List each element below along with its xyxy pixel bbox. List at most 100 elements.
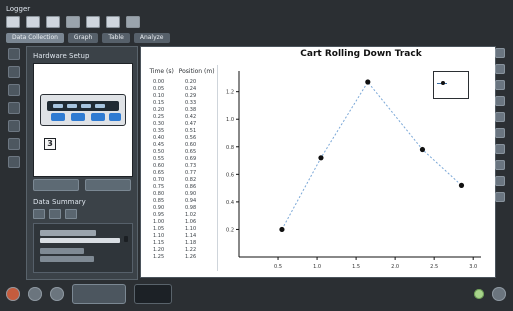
- table-cell-time: 0.50: [153, 149, 165, 155]
- table-cell-position: 0.69: [185, 156, 197, 162]
- tab-data-collection[interactable]: Data Collection: [6, 33, 64, 43]
- table-cell-time: 0.75: [153, 184, 165, 190]
- table-cell-time: 0.90: [153, 205, 165, 211]
- table-row: 0.35 0.51: [147, 128, 217, 135]
- annotate-icon[interactable]: [8, 120, 20, 132]
- tab-graph[interactable]: Graph: [67, 33, 99, 43]
- table-cell-position: 1.22: [185, 247, 197, 253]
- table-row: 0.30 0.47: [147, 121, 217, 128]
- open-icon[interactable]: [26, 16, 40, 28]
- list-item[interactable]: [40, 230, 96, 236]
- table-cell-position: 0.20: [185, 79, 197, 85]
- tab-table[interactable]: Table: [102, 33, 130, 43]
- table-cell-position: 1.06: [185, 219, 197, 225]
- list-item[interactable]: [40, 256, 94, 262]
- table-cell-position: 0.38: [185, 107, 197, 113]
- data-table: Time (s) Position (m) 0.00 0.20 0.05 0.24 0.…: [147, 65, 218, 271]
- table-row: 0.80 0.90: [147, 191, 217, 198]
- table-row: 0.90 0.98: [147, 205, 217, 212]
- settings-icon[interactable]: [126, 16, 140, 28]
- table-cell-time: 0.95: [153, 212, 165, 218]
- data-summary-toolbar: [33, 209, 131, 219]
- record-icon[interactable]: [6, 287, 20, 301]
- print-icon[interactable]: [66, 16, 80, 28]
- stop-button[interactable]: [134, 284, 172, 304]
- hardware-card: 3: [33, 63, 133, 177]
- list-item[interactable]: [40, 238, 120, 243]
- table-cell-position: 0.24: [185, 86, 197, 92]
- data-summary-list: [33, 223, 133, 273]
- save-icon[interactable]: [46, 16, 60, 28]
- scrollbar-thumb[interactable]: [124, 236, 128, 242]
- table-row: 0.75 0.86: [147, 184, 217, 191]
- note-icon[interactable]: [495, 160, 505, 170]
- table-cell-time: 0.80: [153, 191, 165, 197]
- app-window: Logger Data Collection Graph Table Analy…: [0, 0, 513, 311]
- sensor-port[interactable]: [109, 113, 121, 121]
- fit-icon[interactable]: [8, 102, 20, 114]
- table-cell-position: 0.86: [185, 184, 197, 190]
- video-icon[interactable]: [495, 128, 505, 138]
- list-item[interactable]: [40, 248, 84, 254]
- remove-icon[interactable]: [49, 209, 61, 219]
- table-row: 0.60 0.73: [147, 163, 217, 170]
- chart-points: [279, 79, 465, 233]
- image-icon[interactable]: [495, 144, 505, 154]
- continuous-icon[interactable]: [50, 287, 64, 301]
- undo-icon[interactable]: [86, 16, 100, 28]
- settings-icon[interactable]: [495, 192, 505, 202]
- table-cell-position: 1.02: [185, 212, 197, 218]
- status-indicator-icon: [474, 289, 484, 299]
- sensor-port[interactable]: [91, 113, 105, 121]
- table-row: 0.05 0.24: [147, 86, 217, 93]
- table-cell-position: 1.10: [185, 226, 197, 232]
- table-cell-time: 1.20: [153, 247, 165, 253]
- window-title: Logger: [6, 5, 31, 13]
- new-icon[interactable]: [6, 16, 20, 28]
- tab-analyze[interactable]: Analyze: [133, 33, 170, 43]
- y-tick-label: 1.0: [226, 117, 234, 123]
- table-cell-position: 0.60: [185, 142, 197, 148]
- calibrate-button[interactable]: [85, 179, 131, 191]
- trash-icon[interactable]: [8, 156, 20, 168]
- map-icon[interactable]: [495, 112, 505, 122]
- add-icon[interactable]: [33, 209, 45, 219]
- table-row: 0.55 0.69: [147, 156, 217, 163]
- sensor-port[interactable]: [71, 113, 85, 121]
- fft-icon[interactable]: [495, 96, 505, 106]
- table-cell-position: 0.98: [185, 205, 197, 211]
- table-cell-position: 0.77: [185, 170, 197, 176]
- sensor-port[interactable]: [51, 113, 65, 121]
- meter-icon[interactable]: [495, 80, 505, 90]
- y-tick-label: 0.8: [226, 145, 234, 151]
- y-tick-label: 0.2: [226, 227, 234, 233]
- collect-button[interactable]: [72, 284, 126, 304]
- pause-icon[interactable]: [28, 287, 42, 301]
- table-row: 0.20 0.38: [147, 107, 217, 114]
- table-cell-position: 0.33: [185, 100, 197, 106]
- pointer-icon[interactable]: [8, 48, 20, 60]
- table-row: 1.10 1.14: [147, 233, 217, 240]
- graph-icon[interactable]: [495, 48, 505, 58]
- setup-button[interactable]: [33, 179, 79, 191]
- data-summary-title: Data Summary: [33, 198, 86, 206]
- table-cell-position: 1.18: [185, 240, 197, 246]
- sensor-device[interactable]: [40, 94, 126, 126]
- data-point: [419, 146, 426, 153]
- zoom-icon[interactable]: [8, 66, 20, 78]
- marker-icon[interactable]: [8, 138, 20, 150]
- table-icon[interactable]: [495, 64, 505, 74]
- table-row: 0.95 1.02: [147, 212, 217, 219]
- series-line: [281, 81, 462, 230]
- pan-icon[interactable]: [8, 84, 20, 96]
- table-row: 0.15 0.33: [147, 100, 217, 107]
- calc-icon[interactable]: [495, 176, 505, 186]
- table-cell-position: 1.14: [185, 233, 197, 239]
- table-row: 0.10 0.29: [147, 93, 217, 100]
- properties-icon[interactable]: [65, 209, 77, 219]
- redo-icon[interactable]: [106, 16, 120, 28]
- y-tick-label: 0.4: [226, 200, 234, 206]
- help-icon[interactable]: [492, 287, 506, 301]
- chart-title: Cart Rolling Down Track: [300, 49, 422, 59]
- table-row: 1.20 1.22: [147, 247, 217, 254]
